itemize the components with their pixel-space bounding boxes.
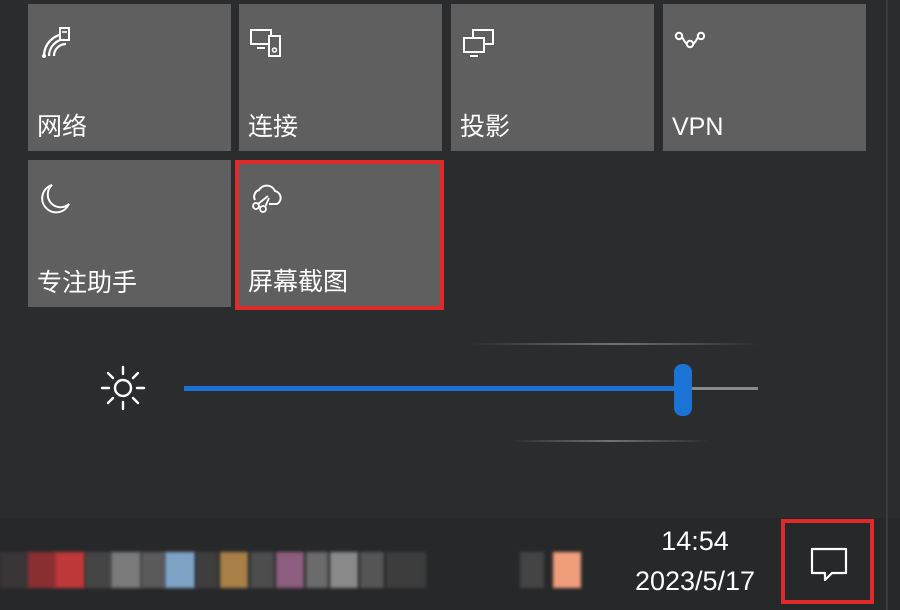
screen-edge <box>886 0 888 610</box>
blurred-taskbar-icons <box>0 552 600 588</box>
taskbar: 14:54 2023/5/17 <box>0 518 900 610</box>
tile-focus-assist[interactable]: 专注助手 <box>28 160 231 307</box>
vpn-icon <box>674 31 706 49</box>
tile-vpn[interactable]: VPN <box>663 4 866 151</box>
clock[interactable]: 14:54 2023/5/17 <box>610 524 780 600</box>
clock-time: 14:54 <box>661 526 729 556</box>
divider <box>510 440 710 442</box>
tile-label: 屏幕截图 <box>248 268 349 296</box>
divider <box>470 343 760 345</box>
brightness-sun-icon <box>100 365 146 411</box>
slider-track-rest <box>683 387 758 390</box>
focus-assist-moon-icon <box>41 184 70 214</box>
connect-icon <box>250 29 281 57</box>
screen-snip-icon <box>252 184 282 213</box>
tile-label: 专注助手 <box>37 269 138 297</box>
tile-label: 投影 <box>460 113 511 141</box>
tile-screen-snip[interactable]: 屏幕截图 <box>235 160 444 310</box>
notification-icon <box>810 547 848 582</box>
tile-project[interactable]: 投影 <box>451 4 654 151</box>
tile-network[interactable]: 网络 <box>28 4 231 151</box>
slider-thumb[interactable] <box>674 364 692 416</box>
tile-label: 网络 <box>37 113 88 141</box>
clock-date: 2023/5/17 <box>634 566 756 596</box>
tile-connect[interactable]: 连接 <box>239 4 442 151</box>
brightness-slider[interactable] <box>184 364 758 416</box>
action-center-button[interactable] <box>781 519 874 604</box>
network-icon <box>42 27 70 58</box>
tile-label: VPN <box>672 113 724 141</box>
slider-track-fill <box>184 386 683 391</box>
project-icon <box>463 29 494 57</box>
tile-label: 连接 <box>248 113 299 141</box>
